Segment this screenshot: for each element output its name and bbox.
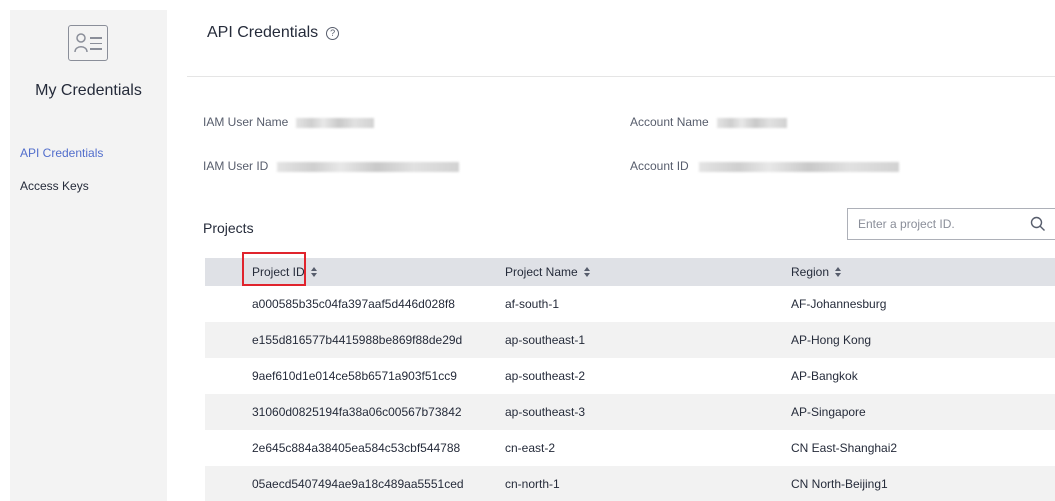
sort-icon[interactable] xyxy=(583,267,591,277)
table-header: Project ID Project Name Region xyxy=(205,252,1055,286)
table-row: e155d816577b4415988be869f88de29d ap-sout… xyxy=(205,322,1055,358)
projects-table: Project ID Project Name Region a000585b3… xyxy=(205,252,1055,501)
cell-project-name: cn-east-2 xyxy=(505,441,556,455)
column-header-project-id[interactable]: Project ID xyxy=(252,258,318,286)
column-header-label: Region xyxy=(791,265,830,279)
column-header-project-name[interactable]: Project Name xyxy=(505,258,591,286)
cell-project-name: ap-southeast-1 xyxy=(505,333,586,347)
column-header-region[interactable]: Region xyxy=(791,258,842,286)
cell-region: CN East-Shanghai2 xyxy=(791,441,898,455)
column-header-label: Project ID xyxy=(252,265,305,279)
sort-icon[interactable] xyxy=(310,267,318,277)
cell-project-name: ap-southeast-3 xyxy=(505,405,586,419)
table-row: 9aef610d1e014ce58b6571a903f51cc9 ap-sout… xyxy=(205,358,1055,394)
iam-user-name-value xyxy=(296,118,374,128)
cell-project-id: e155d816577b4415988be869f88de29d xyxy=(252,333,463,347)
iam-user-name-label: IAM User Name xyxy=(203,115,289,129)
divider xyxy=(187,76,1055,77)
cell-region: AP-Bangkok xyxy=(791,369,858,383)
projects-label: Projects xyxy=(203,220,254,236)
project-search-box xyxy=(847,208,1055,240)
question-circle-icon[interactable]: ? xyxy=(326,26,340,40)
credentials-card-icon xyxy=(68,25,108,61)
table-row: 2e645c884a38405ea584c53cbf544788 cn-east… xyxy=(205,430,1055,466)
column-header-label: Project Name xyxy=(505,265,578,279)
account-id-label: Account ID xyxy=(630,159,689,173)
cell-project-id: a000585b35c04fa397aaf5d446d028f8 xyxy=(252,297,455,311)
sidebar-item-api-credentials[interactable]: API Credentials xyxy=(20,146,103,160)
cell-region: CN North-Beijing1 xyxy=(791,477,888,491)
account-name-label: Account Name xyxy=(630,115,709,129)
account-id-value xyxy=(699,162,899,172)
table-row: 05aecd5407494ae9a18c489aa5551ced cn-nort… xyxy=(205,466,1055,501)
cell-project-id: 05aecd5407494ae9a18c489aa5551ced xyxy=(252,477,464,491)
project-search-input[interactable] xyxy=(848,209,1028,239)
cell-project-id: 9aef610d1e014ce58b6571a903f51cc9 xyxy=(252,369,457,383)
sidebar-title: My Credentials xyxy=(35,82,142,99)
table-row: a000585b35c04fa397aaf5d446d028f8 af-sout… xyxy=(205,286,1055,322)
page-title-text: API Credentials xyxy=(207,24,319,41)
cell-region: AF-Johannesburg xyxy=(791,297,887,311)
sort-icon[interactable] xyxy=(835,267,842,277)
cell-region: AP-Singapore xyxy=(791,405,866,419)
cell-project-name: af-south-1 xyxy=(505,297,560,311)
lines-icon xyxy=(90,37,102,54)
sidebar-item-access-keys[interactable]: Access Keys xyxy=(20,179,89,193)
account-name-value xyxy=(717,118,787,128)
table-row: 31060d0825194fa38a06c00567b73842 ap-sout… xyxy=(205,394,1055,430)
cell-project-name: ap-southeast-2 xyxy=(505,369,586,383)
cell-project-id: 31060d0825194fa38a06c00567b73842 xyxy=(252,405,462,419)
iam-user-id-value xyxy=(277,162,459,172)
iam-user-id-label: IAM User ID xyxy=(203,159,269,173)
search-icon[interactable] xyxy=(1030,216,1046,232)
cell-project-id: 2e645c884a38405ea584c53cbf544788 xyxy=(252,441,461,455)
page-title: API Credentials ? xyxy=(207,24,340,42)
person-icon xyxy=(74,33,88,53)
sidebar: My Credentials API Credentials Access Ke… xyxy=(10,10,167,501)
cell-region: AP-Hong Kong xyxy=(791,333,872,347)
cell-project-name: cn-north-1 xyxy=(505,477,560,491)
